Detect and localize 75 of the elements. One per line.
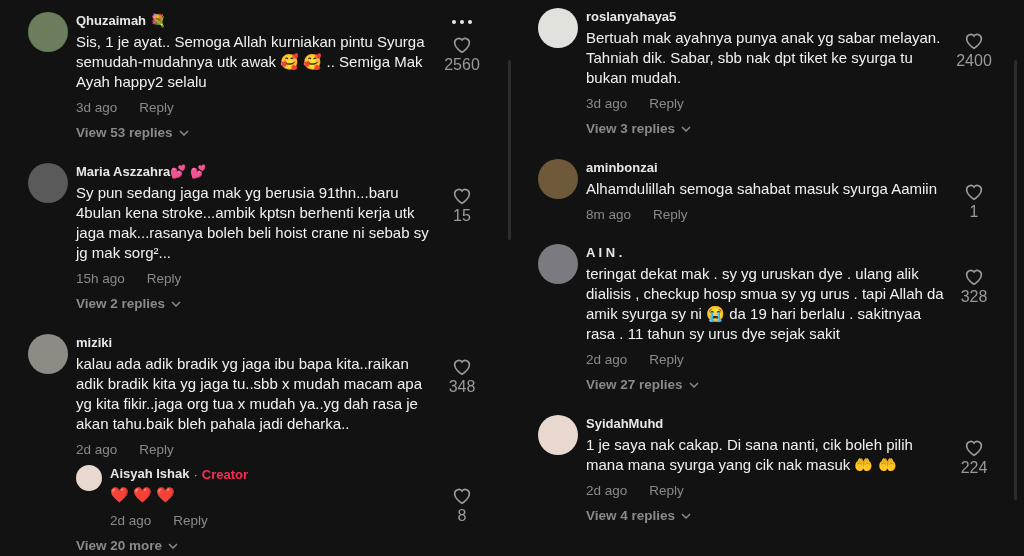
comment-text: Alhamdulillah semoga sahabat masuk syurga Aamiin [586, 179, 939, 199]
comment-text: kalau ada adik bradik yg jaga ibu bapa kita..raikan adik bradik kita yg jaga tu..sbb x mudah macam apa yg kita fikir..jaga org tua x mudah ya..yg dah rasa je akan tahu.baik bleh pahala jadi deharka.. [76, 354, 424, 434]
chevron-down-icon [688, 381, 699, 388]
chevron-down-icon [171, 300, 182, 307]
like-button[interactable] [964, 268, 984, 286]
heart-icon [452, 187, 472, 205]
username[interactable]: miziki [76, 334, 440, 352]
reply-button[interactable]: Reply [649, 352, 684, 367]
comment-text: Sy pun sedang jaga mak yg berusia 91thn...baru 4bulan kena stroke...ambik kptsn berhenti kerja utk jaga mak...rasanya boleh beli hoist crane ni sebab sy jg mak sorg²... [76, 183, 430, 263]
username[interactable]: A I N . [586, 244, 946, 262]
avatar[interactable] [76, 465, 102, 491]
reply-button[interactable]: Reply [653, 207, 688, 222]
like-button[interactable] [452, 36, 472, 54]
like-count: 2400 [956, 52, 992, 70]
like-button[interactable] [964, 183, 984, 201]
like-count: 348 [448, 378, 476, 396]
like-button[interactable] [452, 487, 472, 505]
reply-button[interactable]: Reply [146, 271, 182, 286]
like-button[interactable] [964, 439, 984, 457]
comment-time: 3d ago [586, 96, 628, 111]
comment-text: Sis, 1 je ayat.. Semoga Allah kurniakan pintu Syurga semudah-mudahnya utk awak 🥰 🥰 .. Semiga Mak Ayah happy2 selalu [76, 32, 426, 92]
like-count: 15 [453, 207, 471, 225]
heart-icon [452, 358, 472, 376]
like-count: 2560 [444, 56, 480, 74]
reply-button[interactable]: Reply [649, 483, 684, 498]
chevron-down-icon [178, 129, 189, 136]
view-replies-button[interactable]: View 53 replies [76, 125, 189, 140]
like-button[interactable] [452, 187, 472, 205]
reply-button[interactable]: Reply [139, 442, 174, 457]
chevron-down-icon [168, 542, 179, 549]
username[interactable]: Maria Aszzahra💕 💕 [76, 163, 440, 181]
comment-time: 2d ago [586, 352, 628, 367]
username[interactable]: Aisyah Ishak [110, 465, 190, 483]
view-replies-button[interactable]: View 20 more [76, 538, 179, 553]
comment-time: 15h ago [76, 271, 125, 286]
comment-time: 2d ago [110, 513, 152, 528]
chevron-down-icon [681, 125, 692, 132]
like-count: 224 [960, 459, 988, 477]
comment-text: 1 je saya nak cakap. Di sana nanti, cik boleh pilih mana mana syurga yang cik nak masuk 🤲 🤲 [586, 435, 914, 475]
comment-time: 2d ago [586, 483, 628, 498]
view-replies-button[interactable]: View 2 replies [76, 296, 182, 311]
creator-label: Creator [201, 466, 249, 482]
like-count: 328 [960, 288, 988, 306]
comment-text: Bertuah mak ayahnya punya anak yg sabar melayan. Tahniah dik. Sabar, sbb nak dpt tiket ke syurga tu bukan mudah. [586, 28, 942, 88]
view-replies-button[interactable]: View 27 replies [586, 377, 699, 392]
chevron-down-icon [681, 512, 692, 519]
heart-icon [452, 36, 472, 54]
username[interactable]: roslanyahaya5 [586, 8, 946, 26]
username[interactable]: aminbonzai [586, 159, 946, 177]
comment-text: teringat dekat mak . sy yg uruskan dye . ulang alik dialisis , checkup hosp smua sy yg urus . tapi Allah da amik syurga sy ni 😭 da 19 hari berlalu . sakitnyaa rasa . 11 tahun sy urus dye sejak sakit [586, 264, 945, 344]
heart-icon [964, 32, 984, 50]
more-options-button[interactable] [452, 20, 472, 24]
avatar[interactable] [538, 8, 578, 48]
heart-icon [964, 183, 984, 201]
username[interactable]: Qhuzaimah 💐 [76, 12, 440, 30]
separator-dot: · [193, 466, 198, 482]
comment-time: 8m ago [586, 207, 632, 222]
like-count: 1 [969, 203, 979, 221]
comment-text: ❤ ❤ ❤ [110, 485, 177, 505]
comment-time: 2d ago [76, 442, 118, 457]
like-button[interactable] [452, 358, 472, 376]
view-replies-button[interactable]: View 3 replies [586, 121, 692, 136]
view-replies-button[interactable]: View 4 replies [586, 508, 692, 523]
comment-time: 3d ago [76, 100, 118, 115]
like-count: 8 [457, 507, 467, 525]
reply-button[interactable]: Reply [173, 513, 208, 528]
more-icon [452, 20, 472, 24]
heart-icon [964, 439, 984, 457]
reply-button[interactable]: Reply [649, 96, 684, 111]
avatar[interactable] [538, 415, 578, 455]
heart-icon [452, 487, 472, 505]
reply-button[interactable]: Reply [139, 100, 174, 115]
username[interactable]: SyidahMuhd [586, 415, 946, 433]
like-button[interactable] [964, 32, 984, 50]
heart-icon [964, 268, 984, 286]
